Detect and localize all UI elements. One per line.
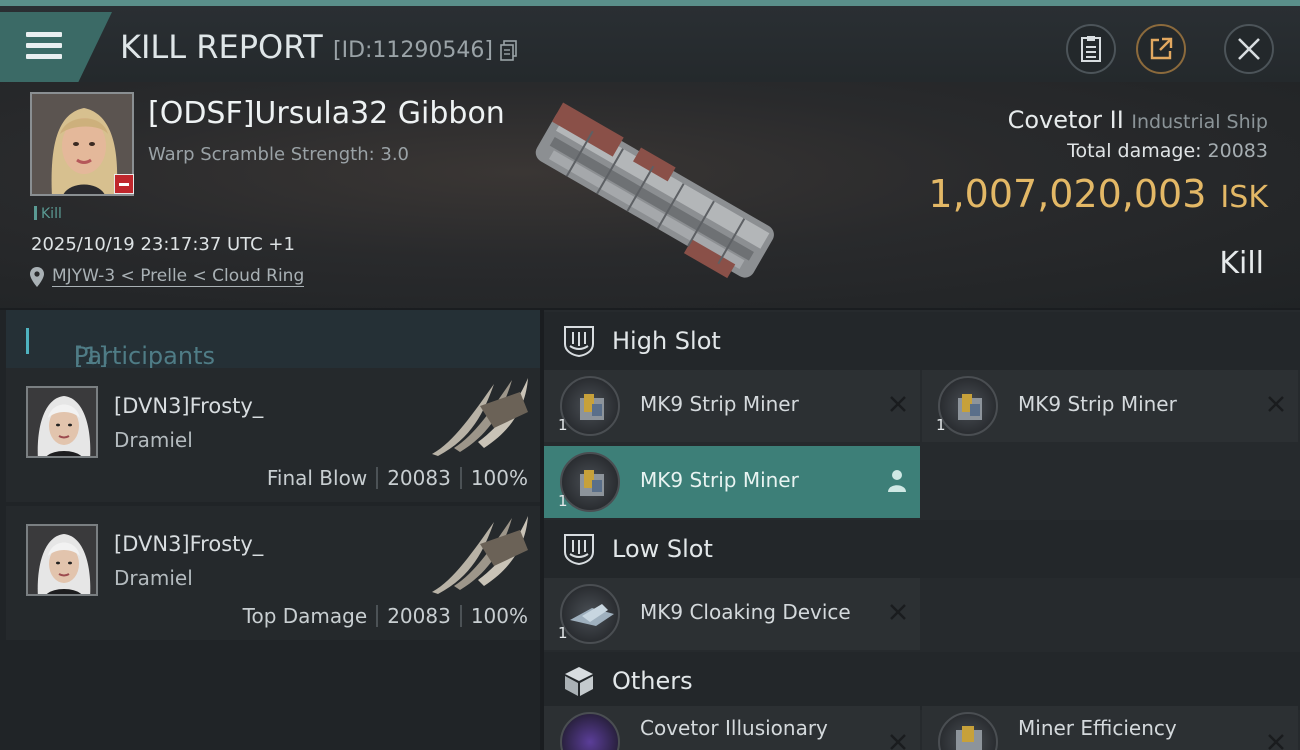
cube-icon bbox=[565, 667, 593, 696]
module-item[interactable]: Covetor Illusionary bbox=[544, 706, 920, 750]
module-item[interactable]: 1 MK9 Strip Miner bbox=[544, 446, 920, 518]
participant-portrait-image bbox=[28, 388, 96, 456]
kill-datetime: 2025/10/19 23:17:37 UTC +1 bbox=[31, 234, 295, 255]
page-title: KILL REPORT bbox=[120, 28, 323, 66]
kill-summary: [ODSF]Ursula32 Gibbon Warp Scramble Stre… bbox=[0, 82, 1300, 308]
destroyed-icon bbox=[1268, 734, 1284, 750]
total-damage: Total damage: 20083 bbox=[1067, 140, 1268, 162]
participant-avatar[interactable] bbox=[26, 524, 98, 596]
others-header: Others bbox=[544, 652, 1300, 710]
strip-miner-icon bbox=[938, 376, 998, 436]
share-icon bbox=[1150, 37, 1173, 60]
participants-panel: Participants [1] [DVN3]Frosty_ Dramiel F… bbox=[0, 310, 540, 750]
menu-button[interactable] bbox=[0, 12, 112, 82]
warp-scramble-strength: Warp Scramble Strength: 3.0 bbox=[148, 144, 410, 165]
dropped-person-icon bbox=[888, 470, 906, 492]
participant-card[interactable]: [DVN3]Frosty_ Dramiel Final Blow 20083 100… bbox=[6, 368, 540, 502]
fittings-panel: High Slot 1 MK9 Strip Miner 1 MK9 Strip … bbox=[544, 310, 1300, 750]
location-pin-icon bbox=[30, 266, 44, 287]
participant-ship: Dramiel bbox=[114, 566, 193, 590]
victim-ship-render bbox=[535, 102, 774, 279]
module-quantity: 1 bbox=[558, 492, 568, 510]
participant-damage: 20083 bbox=[387, 604, 451, 628]
participants-count: [1] bbox=[74, 342, 108, 370]
module-name: MK9 Strip Miner bbox=[640, 468, 799, 492]
participant-ship-render bbox=[432, 378, 528, 456]
status-badge bbox=[114, 174, 134, 194]
victim-name[interactable]: [ODSF]Ursula32 Gibbon bbox=[148, 96, 505, 131]
module-quantity: 1 bbox=[558, 416, 568, 434]
close-button[interactable] bbox=[1224, 24, 1274, 74]
module-name: MK9 Strip Miner bbox=[640, 392, 799, 416]
report-id: [ID:11290546] bbox=[333, 38, 493, 63]
ship-type: Industrial Ship bbox=[1131, 111, 1268, 133]
participant-role: Final Blow bbox=[266, 466, 368, 490]
destroyed-icon bbox=[890, 396, 906, 412]
close-icon bbox=[1238, 38, 1260, 60]
ship-name[interactable]: Covetor II Industrial Ship bbox=[1008, 106, 1268, 134]
low-slot-icon bbox=[564, 534, 594, 566]
clipboard-icon bbox=[1081, 36, 1101, 62]
participants-header: Participants [1] bbox=[6, 310, 540, 370]
high-slot-label: High Slot bbox=[612, 327, 721, 355]
hamburger-menu-icon bbox=[26, 32, 62, 62]
participant-avatar[interactable] bbox=[26, 386, 98, 458]
low-slot-header: Low Slot bbox=[544, 520, 1300, 578]
participant-damage: 20083 bbox=[387, 466, 451, 490]
cloaking-device-icon bbox=[560, 584, 620, 644]
module-name: MK9 Strip Miner bbox=[1018, 392, 1177, 416]
participant-stats: Top Damage 20083 100% bbox=[243, 604, 528, 628]
destroyed-icon bbox=[890, 734, 906, 750]
copy-icon[interactable] bbox=[500, 40, 518, 62]
strip-miner-icon bbox=[560, 452, 620, 512]
share-button[interactable] bbox=[1136, 24, 1186, 74]
participant-role: Top Damage bbox=[242, 604, 368, 628]
high-slot-icon bbox=[564, 326, 594, 358]
participant-stats: Final Blow 20083 100% bbox=[267, 466, 528, 490]
others-label: Others bbox=[612, 667, 693, 695]
destroyed-icon bbox=[890, 604, 906, 620]
participant-name[interactable]: [DVN3]Frosty_ bbox=[114, 394, 263, 418]
result-label: Kill bbox=[1219, 246, 1264, 281]
location-link[interactable]: MJYW-3 < Prelle < Cloud Ring bbox=[52, 266, 305, 287]
participant-ship: Dramiel bbox=[114, 428, 193, 452]
module-name: Miner Efficiency bbox=[1018, 716, 1177, 740]
module-quantity: 1 bbox=[558, 624, 568, 642]
total-damage-value: 20083 bbox=[1207, 140, 1268, 162]
participant-portrait-image bbox=[28, 526, 96, 594]
module-item[interactable]: 1 MK9 Cloaking Device bbox=[544, 578, 920, 650]
module-item[interactable]: 1 MK9 Strip Miner bbox=[922, 370, 1298, 442]
report-log-button[interactable] bbox=[1066, 24, 1116, 74]
module-item[interactable]: Miner Efficiency bbox=[922, 706, 1298, 750]
module-name: MK9 Cloaking Device bbox=[640, 600, 851, 624]
top-bar: KILL REPORT [ID:11290546] bbox=[0, 0, 1300, 82]
high-slot-header: High Slot bbox=[544, 312, 1300, 370]
miner-efficiency-icon bbox=[938, 712, 998, 750]
low-slot-label: Low Slot bbox=[612, 535, 713, 563]
isk-unit: ISK bbox=[1220, 180, 1268, 215]
skin-icon bbox=[560, 712, 620, 750]
destroyed-icon bbox=[1268, 396, 1284, 412]
module-item[interactable]: 1 MK9 Strip Miner bbox=[544, 370, 920, 442]
module-name: Covetor Illusionary bbox=[640, 716, 828, 740]
participant-card[interactable]: [DVN3]Frosty_ Dramiel Top Damage 20083 100… bbox=[6, 506, 540, 640]
isk-value: 1,007,020,003 ISK bbox=[928, 172, 1268, 216]
kill-tag: Kill bbox=[34, 206, 62, 222]
participant-percent: 100% bbox=[470, 604, 528, 628]
participant-ship-render bbox=[432, 516, 528, 594]
participant-percent: 100% bbox=[470, 466, 528, 490]
module-quantity: 1 bbox=[936, 416, 946, 434]
strip-miner-icon bbox=[560, 376, 620, 436]
participant-name[interactable]: [DVN3]Frosty_ bbox=[114, 532, 263, 556]
kill-location[interactable]: MJYW-3 < Prelle < Cloud Ring bbox=[30, 266, 305, 287]
